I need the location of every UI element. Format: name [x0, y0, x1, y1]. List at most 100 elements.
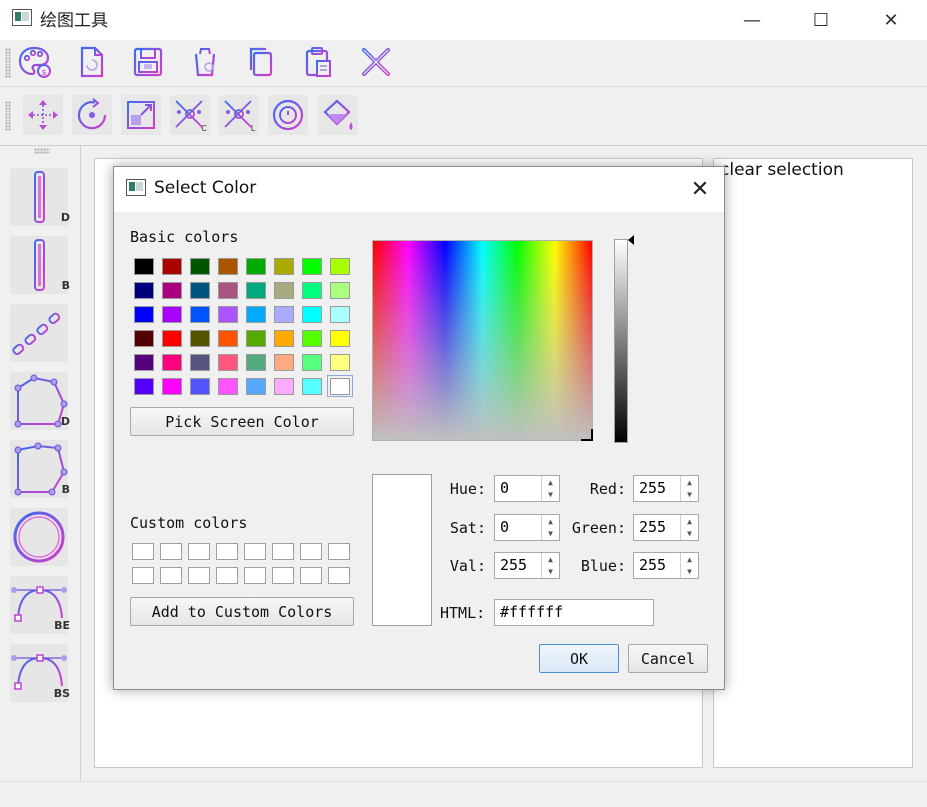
- clear-icon[interactable]: [185, 42, 225, 82]
- basic-color-swatch[interactable]: [132, 304, 156, 324]
- polygon-d-icon[interactable]: D: [10, 372, 70, 430]
- spin-arrows-icon[interactable]: ▲ ▼: [680, 476, 698, 501]
- custom-color-swatch[interactable]: [272, 543, 294, 560]
- spin-arrows-icon[interactable]: ▲ ▼: [541, 515, 559, 540]
- line-d-icon[interactable]: D: [10, 168, 70, 226]
- move-icon[interactable]: [23, 95, 63, 135]
- value-slider-arrow[interactable]: [628, 235, 634, 245]
- fill-icon[interactable]: [318, 95, 358, 135]
- line-b-icon[interactable]: B: [10, 236, 70, 294]
- basic-color-swatch[interactable]: [300, 376, 324, 396]
- spin-arrows-icon[interactable]: ▲ ▼: [680, 553, 698, 578]
- basic-color-swatch[interactable]: [328, 328, 352, 348]
- basic-color-swatch[interactable]: [328, 352, 352, 372]
- palette-icon[interactable]: $: [15, 42, 55, 82]
- custom-color-swatch[interactable]: [160, 567, 182, 584]
- basic-color-swatch[interactable]: [132, 328, 156, 348]
- basic-color-swatch[interactable]: [300, 280, 324, 300]
- basic-color-swatch[interactable]: [328, 256, 352, 276]
- basic-color-swatch[interactable]: [188, 328, 212, 348]
- cancel-button[interactable]: Cancel: [628, 644, 708, 673]
- copy-icon[interactable]: [241, 42, 281, 82]
- basic-color-swatch[interactable]: [300, 304, 324, 324]
- html-input[interactable]: #ffffff: [494, 599, 654, 626]
- cut-l-icon[interactable]: L: [219, 95, 259, 135]
- custom-color-swatch[interactable]: [244, 543, 266, 560]
- hue-spinbox[interactable]: 0 ▲ ▼: [494, 475, 560, 502]
- circle-icon[interactable]: [10, 508, 68, 566]
- custom-color-swatch[interactable]: [328, 543, 350, 560]
- value-slider[interactable]: [614, 239, 628, 443]
- custom-color-swatch[interactable]: [272, 567, 294, 584]
- val-spinbox[interactable]: 255 ▲ ▼: [494, 552, 560, 579]
- basic-color-swatch[interactable]: [160, 328, 184, 348]
- basic-color-swatch[interactable]: [244, 256, 268, 276]
- spin-arrows-icon[interactable]: ▲ ▼: [541, 553, 559, 578]
- basic-color-swatch[interactable]: [327, 375, 353, 397]
- basic-color-swatch[interactable]: [328, 304, 352, 324]
- hue-saturation-picker[interactable]: [372, 240, 593, 441]
- custom-color-swatch[interactable]: [132, 543, 154, 560]
- basic-color-swatch[interactable]: [216, 376, 240, 396]
- custom-color-swatch[interactable]: [244, 567, 266, 584]
- chain-icon[interactable]: [10, 304, 68, 362]
- basic-color-swatch[interactable]: [160, 280, 184, 300]
- basic-color-swatch[interactable]: [300, 328, 324, 348]
- maximize-button[interactable]: ☐: [786, 0, 856, 40]
- basic-color-swatch[interactable]: [272, 376, 296, 396]
- custom-color-swatch[interactable]: [216, 567, 238, 584]
- center-icon[interactable]: [268, 95, 308, 135]
- curve-be-icon[interactable]: BE: [10, 576, 70, 634]
- rotate-icon[interactable]: [72, 95, 112, 135]
- basic-color-swatch[interactable]: [160, 256, 184, 276]
- basic-color-swatch[interactable]: [216, 352, 240, 372]
- basic-color-swatch[interactable]: [132, 256, 156, 276]
- basic-color-swatch[interactable]: [328, 280, 352, 300]
- basic-color-swatch[interactable]: [272, 352, 296, 372]
- custom-color-swatch[interactable]: [216, 543, 238, 560]
- basic-color-swatch[interactable]: [244, 280, 268, 300]
- basic-color-swatch[interactable]: [216, 256, 240, 276]
- close-button[interactable]: ✕: [856, 0, 926, 40]
- custom-color-swatch[interactable]: [160, 543, 182, 560]
- paste-icon[interactable]: [298, 42, 338, 82]
- basic-color-swatch[interactable]: [188, 256, 212, 276]
- custom-color-swatch[interactable]: [328, 567, 350, 584]
- basic-color-swatch[interactable]: [160, 376, 184, 396]
- spin-arrows-icon[interactable]: ▲ ▼: [541, 476, 559, 501]
- add-to-custom-colors-button[interactable]: Add to Custom Colors: [130, 597, 354, 626]
- scale-icon[interactable]: [121, 95, 161, 135]
- basic-color-swatch[interactable]: [216, 280, 240, 300]
- delete-icon[interactable]: [356, 42, 396, 82]
- basic-color-swatch[interactable]: [160, 352, 184, 372]
- red-spinbox[interactable]: 255 ▲ ▼: [633, 475, 699, 502]
- basic-color-swatch[interactable]: [272, 328, 296, 348]
- custom-color-swatch[interactable]: [300, 567, 322, 584]
- new-file-icon[interactable]: [71, 42, 111, 82]
- custom-color-swatch[interactable]: [188, 543, 210, 560]
- minimize-button[interactable]: —: [717, 0, 787, 40]
- custom-color-swatch[interactable]: [300, 543, 322, 560]
- basic-color-swatch[interactable]: [272, 256, 296, 276]
- basic-color-swatch[interactable]: [160, 304, 184, 324]
- toolbar-grip[interactable]: [34, 148, 50, 154]
- basic-color-swatch[interactable]: [132, 376, 156, 396]
- basic-color-swatch[interactable]: [132, 352, 156, 372]
- custom-color-swatch[interactable]: [188, 567, 210, 584]
- basic-color-swatch[interactable]: [132, 280, 156, 300]
- basic-color-swatch[interactable]: [244, 328, 268, 348]
- dialog-close-button[interactable]: ✕: [680, 174, 720, 204]
- basic-color-swatch[interactable]: [300, 256, 324, 276]
- basic-color-swatch[interactable]: [244, 304, 268, 324]
- clear-selection-label[interactable]: clear selection: [720, 160, 844, 180]
- cut-c-icon[interactable]: C: [170, 95, 210, 135]
- custom-color-swatch[interactable]: [132, 567, 154, 584]
- blue-spinbox[interactable]: 255 ▲ ▼: [633, 552, 699, 579]
- basic-color-swatch[interactable]: [188, 280, 212, 300]
- basic-color-swatch[interactable]: [188, 304, 212, 324]
- basic-color-swatch[interactable]: [244, 376, 268, 396]
- curve-bs-icon[interactable]: BS: [10, 644, 70, 702]
- toolbar-grip[interactable]: [5, 101, 11, 131]
- toolbar-grip[interactable]: [5, 48, 11, 78]
- green-spinbox[interactable]: 255 ▲ ▼: [633, 514, 699, 541]
